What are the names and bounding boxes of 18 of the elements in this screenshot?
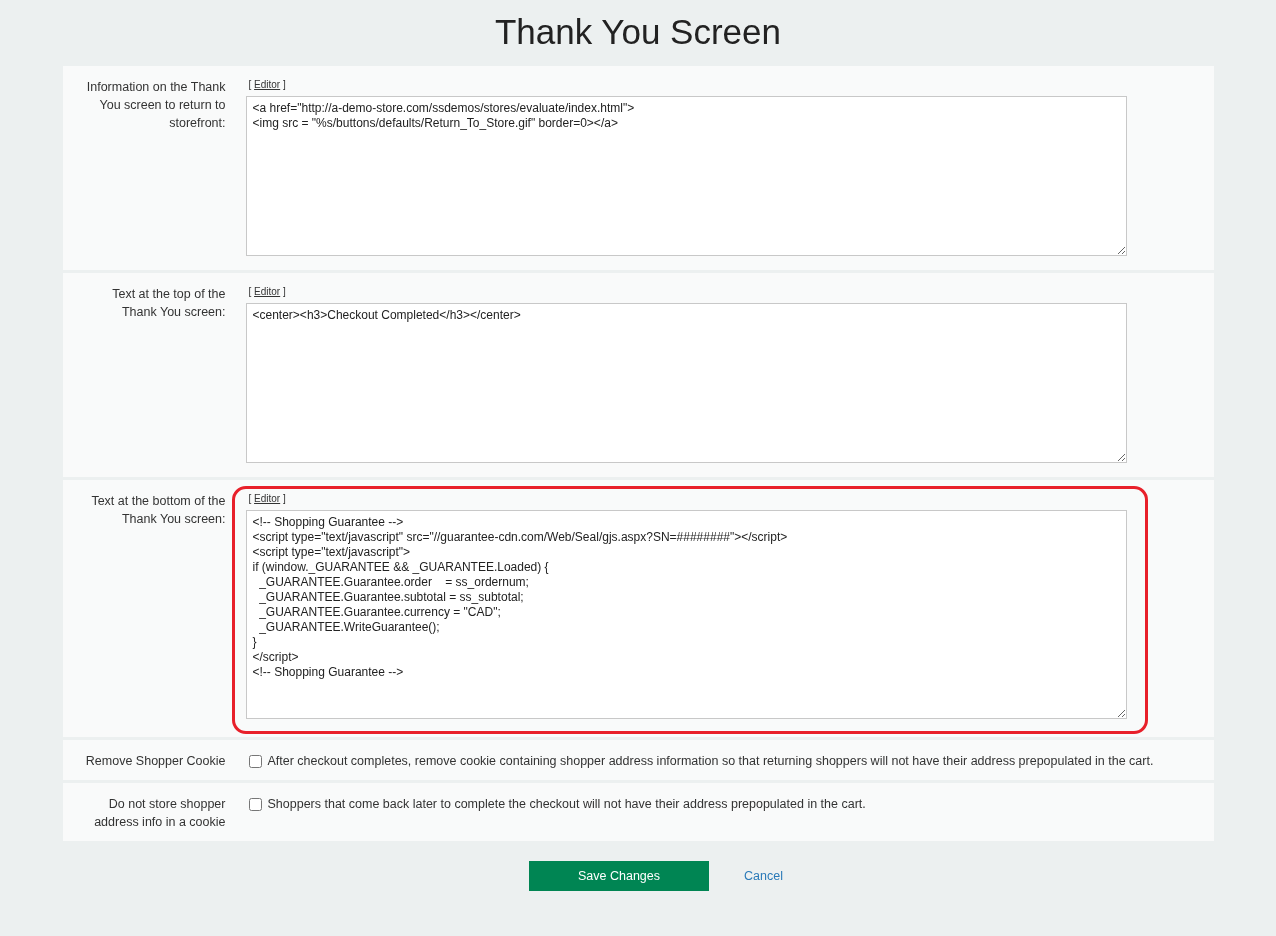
field-label: Do not store shopper address info in a cookie: [93, 796, 226, 831]
checkbox[interactable]: [248, 798, 262, 811]
checkbox-description: Shoppers that come back later to complete the checkout will not have their address prepopulated in the cart.: [267, 796, 866, 813]
code-textarea[interactable]: <!-- Shopping Guarantee --> <script type="text/javascript" src="//guarantee-cdn.com/Web/Seal/gjs.aspx?SN=########"></script> <script type="text/javascript"> if (window._GUARANTEE && _GUARANTEE.Loaded) { _GUARANTEE.Guarantee.order = ss_ordernum; _GUARANTEE.Guarantee.subtotal = ss_subtotal; _GUARANTEE.Guarantee.currency = "CAD"; _GUARANTEE.WriteGuarantee(); } </script> <!-- Shopping Guarantee -->: [245, 510, 1127, 719]
editor-link[interactable]: [ Editor ]: [248, 286, 286, 297]
editor-link[interactable]: [ Editor ]: [248, 79, 286, 90]
field-label: Text at the bottom of the Thank You screen:: [90, 493, 226, 528]
cancel-link[interactable]: Cancel: [744, 866, 783, 886]
checkbox-description: After checkout completes, remove cookie containing shopper address information so that returning shoppers will not have their address prepopulated in the cart.: [267, 753, 1154, 770]
field-label: Remove Shopper Cookie: [84, 753, 226, 770]
save-button[interactable]: Save Changes: [529, 861, 710, 891]
checkbox[interactable]: [248, 755, 262, 768]
page-title: Thank You Screen: [494, 12, 782, 52]
code-textarea[interactable]: <center><h3>Checkout Completed</h3></center>: [245, 303, 1127, 463]
editor-link[interactable]: [ Editor ]: [248, 493, 286, 504]
field-label: Text at the top of the Thank You screen:: [111, 286, 226, 321]
code-textarea[interactable]: <a href="http://a-demo-store.com/ssdemos/stores/evaluate/index.html"> <img src = "%s/buttons/defaults/Return_To_Store.gif" border=0></a>: [245, 96, 1127, 256]
field-label: Information on the Thank You screen to return to storefront:: [85, 79, 226, 132]
